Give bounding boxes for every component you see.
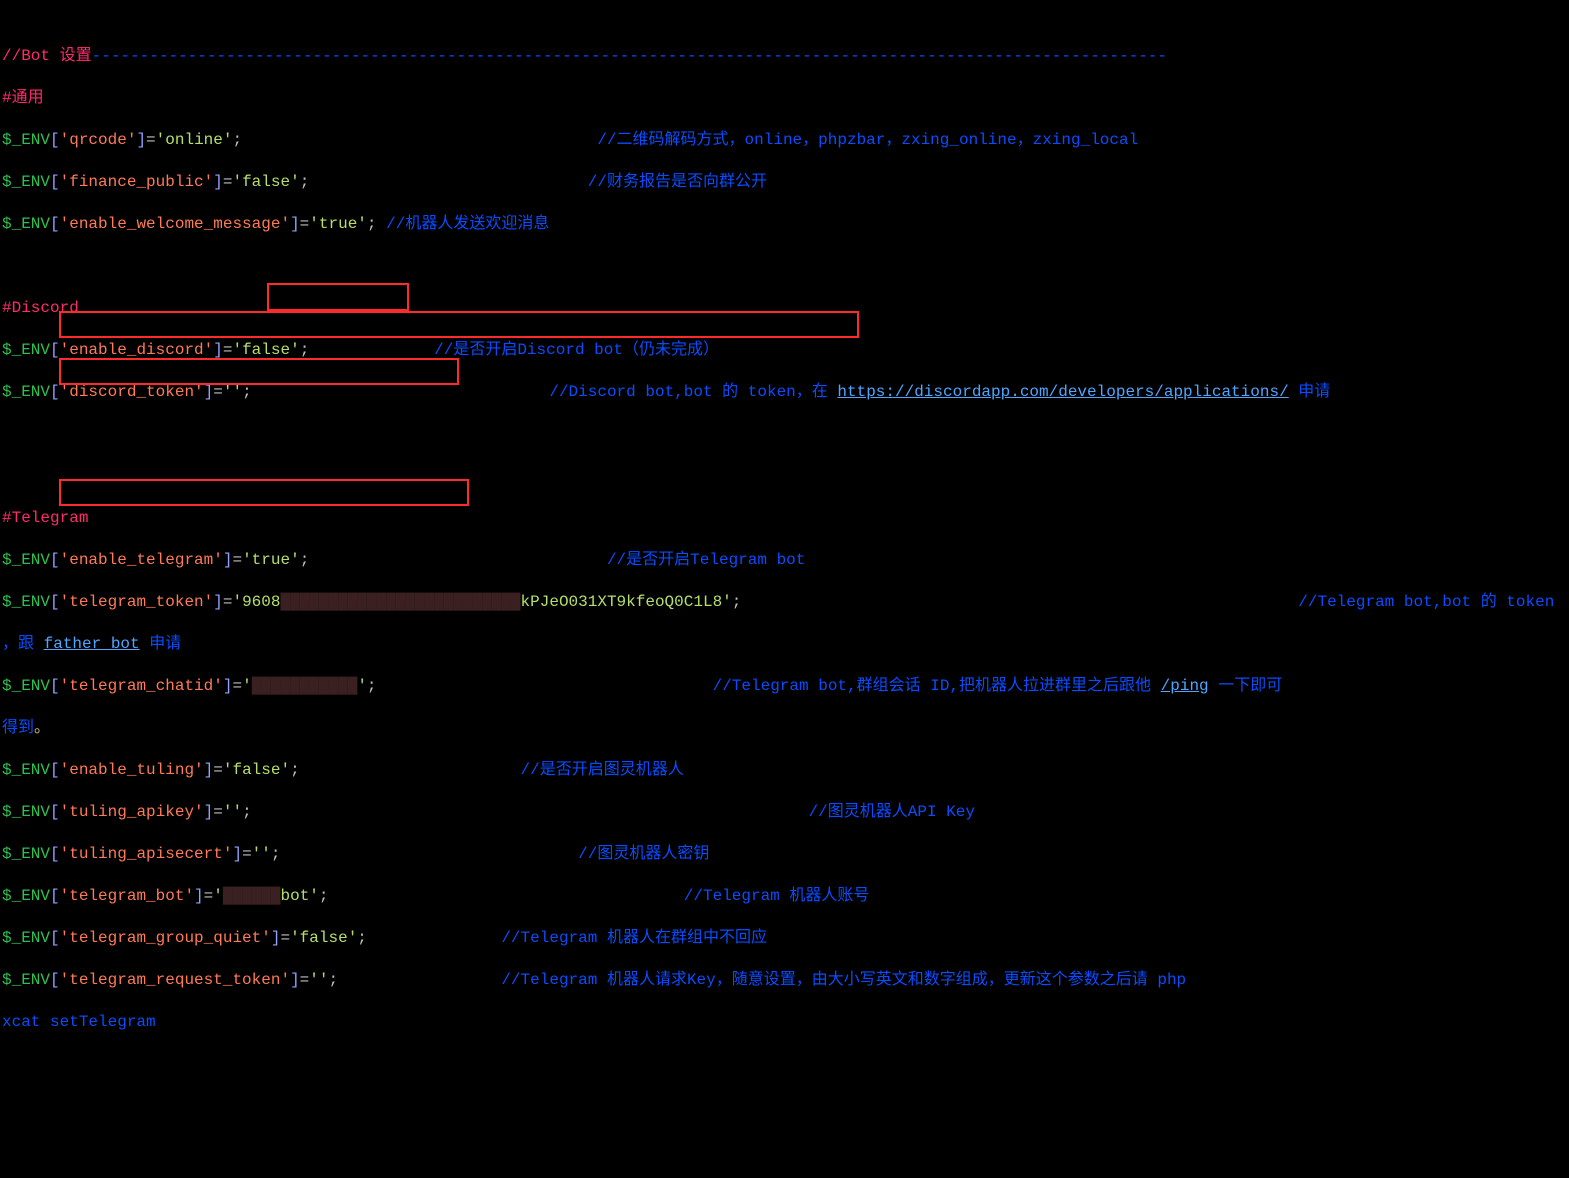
line-enable-discord: $_ENV['enable_discord']='false'; //是否开启D… <box>2 340 1567 361</box>
line-tuling-apikey: $_ENV['tuling_apikey']=''; //图灵机器人API Ke… <box>2 802 1567 823</box>
line-tuling-apisecert: $_ENV['tuling_apisecert']=''; //图灵机器人密钥 <box>2 844 1567 865</box>
ping-command: /ping <box>1161 677 1209 695</box>
section-header-discord: #Discord <box>2 298 1567 319</box>
line-enable-telegram: $_ENV['enable_telegram']='true'; //是否开启T… <box>2 550 1567 571</box>
line-telegram-group-quiet: $_ENV['telegram_group_quiet']='false'; /… <box>2 928 1567 949</box>
line-telegram-bot: $_ENV['telegram_bot']='██████bot'; //Tel… <box>2 886 1567 907</box>
line-enable-welcome-message: $_ENV['enable_welcome_message']='true'; … <box>2 214 1567 235</box>
line-finance-public: $_ENV['finance_public']='false'; //财务报告是… <box>2 172 1567 193</box>
redacted-botname: ██████ <box>223 887 281 905</box>
father-bot-link[interactable]: father bot <box>44 635 140 653</box>
line-enable-tuling: $_ENV['enable_tuling']='false'; //是否开启图灵… <box>2 760 1567 781</box>
discord-app-link[interactable]: https://discordapp.com/developers/applic… <box>837 383 1288 401</box>
line-qrcode: $_ENV['qrcode']='online'; //二维码解码方式，onli… <box>2 130 1567 151</box>
line-discord-token: $_ENV['discord_token']=''; //Discord bot… <box>2 382 1567 403</box>
blank-line <box>2 466 1567 487</box>
line-telegram-token: $_ENV['telegram_token']='9608███████████… <box>2 592 1567 613</box>
line-telegram-chatid-wrap: 得到。 <box>2 718 1567 739</box>
line-telegram-request-token: $_ENV['telegram_request_token']=''; //Te… <box>2 970 1567 991</box>
highlight-box-telegram-chatid <box>59 358 459 385</box>
redacted-token: █████████████████████████ <box>280 593 520 611</box>
code-editor[interactable]: //Bot 设置--------------------------------… <box>0 0 1569 1178</box>
line-telegram-token-wrap: ，跟 father bot 申请 <box>2 634 1567 655</box>
blank-line <box>2 256 1567 277</box>
blank-line <box>2 424 1567 445</box>
line-telegram-chatid: $_ENV['telegram_chatid']='███████████'; … <box>2 676 1567 697</box>
line-telegram-request-token-wrap: xcat setTelegram <box>2 1012 1567 1033</box>
section-header-bot: //Bot 设置--------------------------------… <box>2 46 1567 67</box>
section-header-telegram: #Telegram <box>2 508 1567 529</box>
redacted-chatid: ███████████ <box>252 677 358 695</box>
section-header-general: #通用 <box>2 88 1567 109</box>
